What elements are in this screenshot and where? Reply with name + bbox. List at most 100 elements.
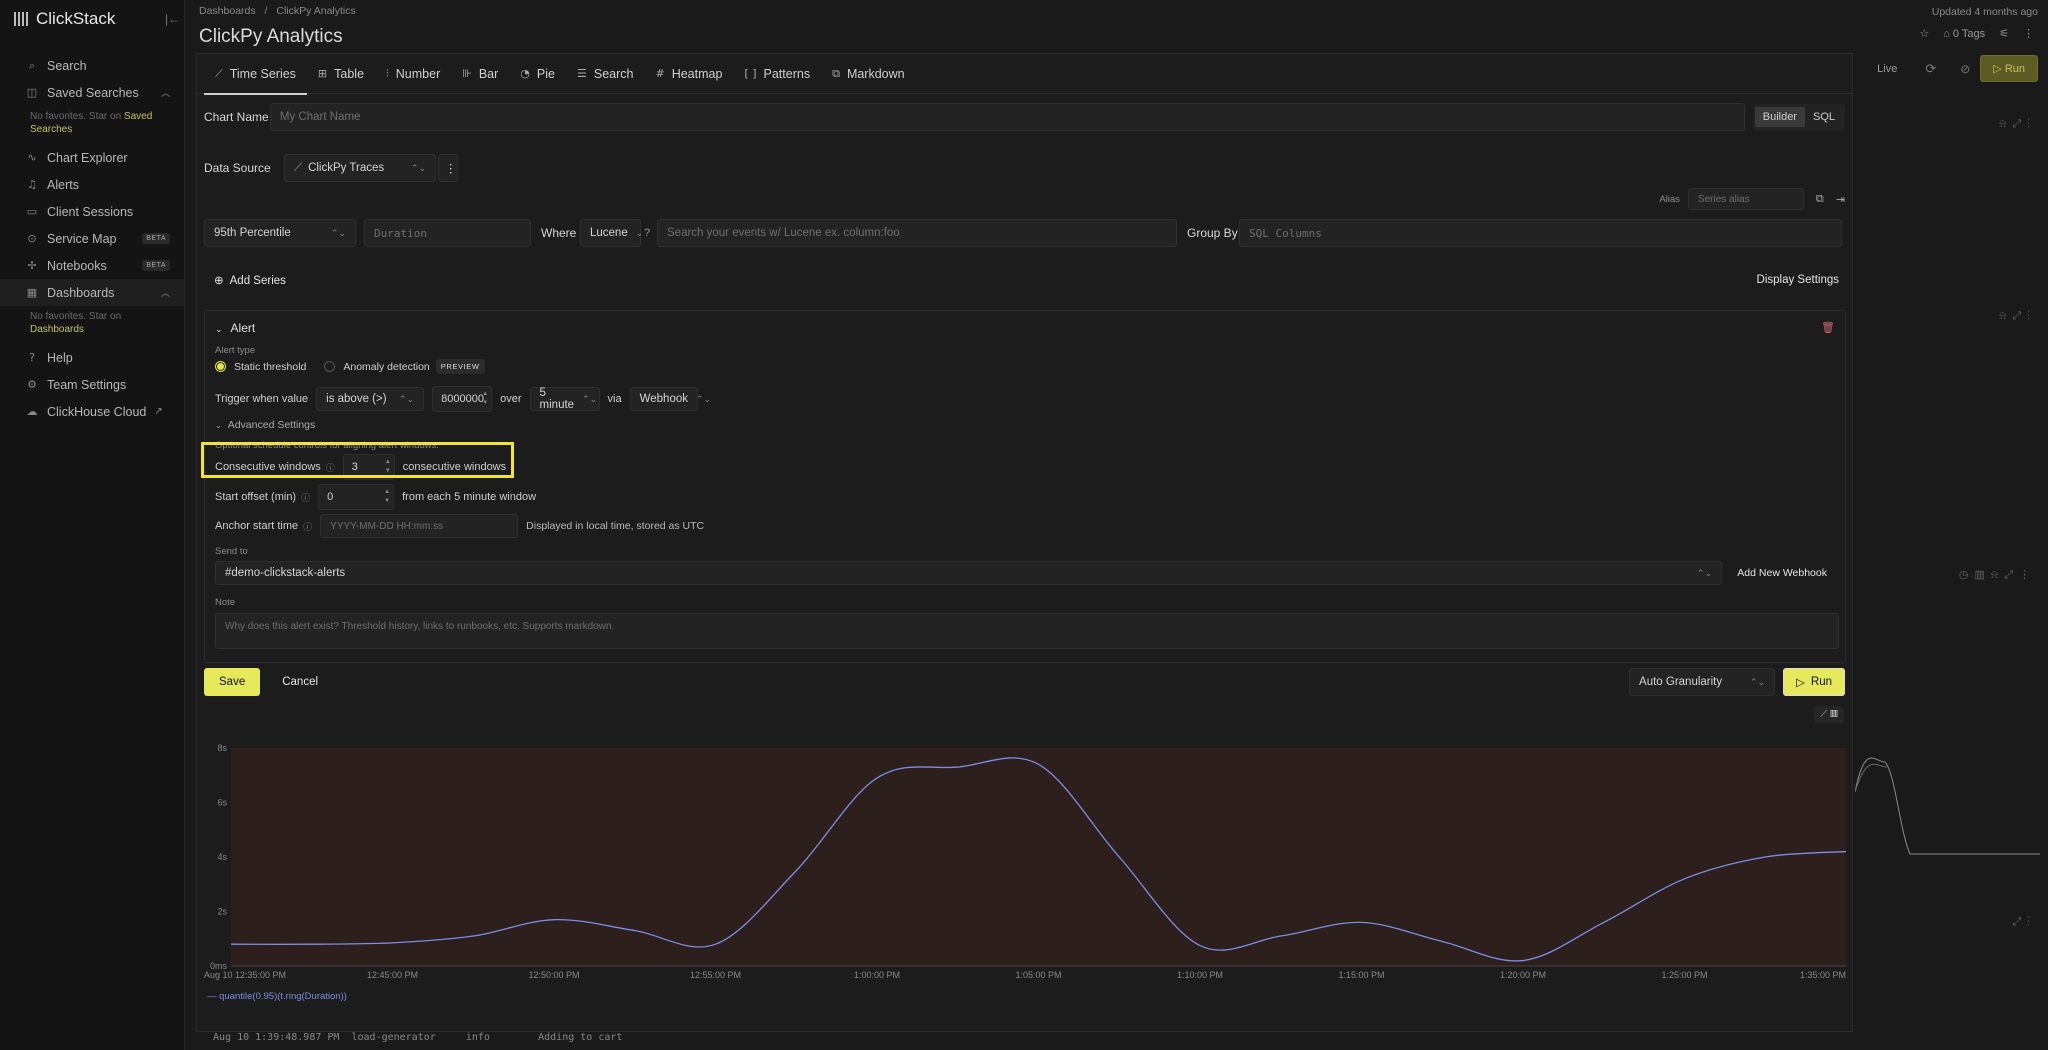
- alert-threshold-region: [231, 748, 1846, 966]
- sql-mode-button[interactable]: SQL: [1805, 107, 1843, 127]
- sidebar-item-team-settings[interactable]: ⚙ Team Settings: [0, 371, 184, 398]
- condition-select[interactable]: is above (>) ⌃⌄: [316, 387, 425, 411]
- x-tick-label: 1:15:00 PM: [1338, 970, 1384, 980]
- preview-badge: PREVIEW: [435, 359, 485, 374]
- sidebar-item-help[interactable]: ? Help: [0, 344, 184, 371]
- tab-number[interactable]: ⫶ Number: [375, 54, 451, 94]
- sidebar-item-saved-searches[interactable]: ◫ Saved Searches ︿: [0, 79, 184, 106]
- where-input[interactable]: Search your events w/ Lucene ex. column:…: [657, 219, 1177, 247]
- add-new-webhook-button[interactable]: Add New Webhook: [1737, 567, 1827, 579]
- info-icon[interactable]: ⓘ: [303, 520, 312, 533]
- tab-table[interactable]: ⊞ Table: [307, 54, 375, 94]
- breadcrumb-dashboards[interactable]: Dashboards: [199, 5, 256, 17]
- chart-type-tabs: ⟋ Time Series ⊞ Table ⫶ Number ⊪ Bar ◔ Pie ☰ S…: [197, 54, 1852, 95]
- live-button[interactable]: Live: [1877, 63, 1897, 75]
- trigger-row: Trigger when value is above (>) ⌃⌄ 800000…: [215, 386, 711, 412]
- add-series-button[interactable]: ⊕ Add Series: [204, 273, 286, 287]
- x-tick-label: 1:05:00 PM: [1015, 970, 1061, 980]
- where-label: Where: [541, 226, 577, 240]
- send-to-select[interactable]: #demo-clickstack-alerts ⌃⌄: [215, 561, 1722, 585]
- search-icon: ⌕: [28, 58, 36, 72]
- tab-heatmap[interactable]: # Heatmap: [644, 54, 733, 94]
- static-threshold-radio[interactable]: [215, 361, 226, 372]
- anchor-start-input[interactable]: YYYY-MM-DD HH:mm:ss: [320, 514, 519, 538]
- column-input[interactable]: Duration: [364, 219, 531, 247]
- tab-patterns[interactable]: [ ] Patterns: [733, 54, 821, 94]
- sidebar-item-dashboards[interactable]: ▦ Dashboards ︿: [0, 279, 184, 306]
- dashboard-toolbar: Live ⟳ ⊘ ▷ Run: [1877, 55, 2038, 82]
- more-icon[interactable]: ⋮: [2023, 27, 2034, 40]
- stepper-icon[interactable]: ▲ ▼: [384, 488, 390, 506]
- tab-time-series[interactable]: ⟋ Time Series: [204, 54, 307, 95]
- run-button[interactable]: ▷ Run: [1783, 668, 1845, 696]
- brand-name: ClickStack: [36, 9, 116, 28]
- bar-chart-icon[interactable]: ▥: [1830, 709, 1838, 720]
- start-offset-input[interactable]: 0 ▲ ▼: [318, 484, 395, 510]
- y-tick-label: 4s: [217, 852, 227, 862]
- delete-alert-icon[interactable]: 🗑: [1821, 321, 1835, 334]
- tab-search[interactable]: ☰ Search: [566, 54, 644, 94]
- chart-legend[interactable]: — quantile(0.95)(t.ring(Duration)): [207, 991, 347, 1002]
- panel-controls-icon[interactable]: ◷▥⍾⤢⋮: [1959, 568, 2036, 582]
- dashboard-run-button[interactable]: ▷ Run: [1980, 55, 2038, 82]
- channel-select[interactable]: Webhook ⌃⌄: [629, 387, 711, 411]
- number-icon: ⫶: [386, 66, 389, 80]
- anomaly-detection-radio[interactable]: [324, 361, 336, 372]
- select-arrows-icon: ⌃⌄: [1696, 567, 1712, 578]
- data-source-select[interactable]: ⟋ ClickPy Traces ⌃⌄: [284, 154, 436, 182]
- query-language-select[interactable]: Lucene ⌄: [580, 219, 643, 247]
- chevron-up-icon[interactable]: ︿: [161, 86, 170, 99]
- select-arrows-icon: ⌃⌄: [582, 393, 598, 404]
- chevron-up-icon[interactable]: ︿: [161, 286, 170, 299]
- series-alias-input[interactable]: Series alias: [1687, 188, 1804, 210]
- tags-button[interactable]: ⌂ 0 Tags: [1943, 28, 1985, 40]
- data-source-menu-icon[interactable]: ⋮: [438, 154, 458, 182]
- copy-series-icon[interactable]: ⧉: [1816, 193, 1824, 206]
- builder-mode-button[interactable]: Builder: [1754, 107, 1805, 127]
- cancel-button[interactable]: Cancel: [282, 676, 318, 688]
- refresh-icon[interactable]: ⟳: [1925, 61, 1936, 77]
- advanced-settings-toggle[interactable]: ⌄ Advanced Settings: [215, 419, 315, 431]
- chart-name-label: Chart Name: [204, 110, 269, 124]
- tab-pie[interactable]: ◔ Pie: [509, 54, 566, 94]
- sidebar-item-service-map[interactable]: ⊙ Service Map BETA: [0, 225, 184, 252]
- threshold-input[interactable]: 8000000 ▲ ▼: [432, 386, 493, 412]
- line-chart-icon[interactable]: ⟋: [1820, 709, 1827, 720]
- sidebar-item-clickhouse-cloud[interactable]: ☁ ClickHouse Cloud ↗: [0, 398, 184, 425]
- sidebar-item-alerts[interactable]: ♫ Alerts: [0, 171, 184, 198]
- stepper-icon[interactable]: ▲ ▼: [482, 390, 488, 408]
- collapse-sidebar-icon[interactable]: |←: [165, 12, 180, 26]
- editor-footer: Save Cancel Auto Granularity ⌃⌄ ▷ Run: [204, 668, 1845, 696]
- anchor-start-hint: Displayed in local time, stored as UTC: [526, 520, 705, 532]
- sidebar-item-client-sessions[interactable]: ▭ Client Sessions: [0, 198, 184, 225]
- group-by-input[interactable]: SQL Columns: [1239, 219, 1842, 247]
- info-icon[interactable]: ⓘ: [301, 491, 310, 504]
- sidebar-item-notebooks[interactable]: ✢ Notebooks BETA: [0, 252, 184, 279]
- aggregation-select[interactable]: 95th Percentile ⌃⌄: [204, 219, 356, 247]
- filter-off-icon[interactable]: ⊘: [1960, 62, 1970, 76]
- panel-controls-icon[interactable]: ⤢⋮: [2012, 916, 2036, 929]
- save-button[interactable]: Save: [204, 668, 261, 696]
- start-offset-label: Start offset (min): [215, 491, 297, 503]
- chart-name-input[interactable]: My Chart Name: [269, 103, 1745, 131]
- sidebar-item-search[interactable]: ⌕ Search: [0, 52, 184, 79]
- window-select[interactable]: 5 minute ⌃⌄: [529, 387, 600, 411]
- granularity-select[interactable]: Auto Granularity ⌃⌄: [1629, 668, 1776, 696]
- note-textarea[interactable]: Why does this alert exist? Threshold his…: [215, 613, 1839, 649]
- sidebar-item-chart-explorer[interactable]: ∿ Chart Explorer: [0, 144, 184, 171]
- brand[interactable]: ClickStack |←: [0, 0, 184, 38]
- alias-label: Alias: [1659, 193, 1680, 205]
- display-settings-button[interactable]: Display Settings: [1757, 274, 1845, 286]
- panel-controls-icon[interactable]: ⍾⤢⋮: [1999, 118, 2036, 131]
- tab-bar[interactable]: ⊪ Bar: [451, 54, 509, 94]
- alert-header[interactable]: ⌄ Alert: [215, 321, 255, 335]
- filter-icon[interactable]: ⚟: [1999, 27, 2009, 40]
- help-circle-icon[interactable]: ?: [639, 227, 655, 239]
- anomaly-detection-label: Anomaly detection: [343, 360, 430, 373]
- panel-controls-icon[interactable]: ⍾⤢⋮: [1999, 310, 2036, 323]
- dashboards-link[interactable]: Dashboards: [30, 324, 84, 335]
- background-log-line[interactable]: Aug 10 1:39:48.987 PM load-generator inf…: [213, 1032, 622, 1043]
- split-series-icon[interactable]: ⇥: [1836, 193, 1845, 206]
- tab-markdown[interactable]: ⧉ Markdown: [821, 54, 916, 94]
- star-icon[interactable]: ☆: [1919, 27, 1929, 40]
